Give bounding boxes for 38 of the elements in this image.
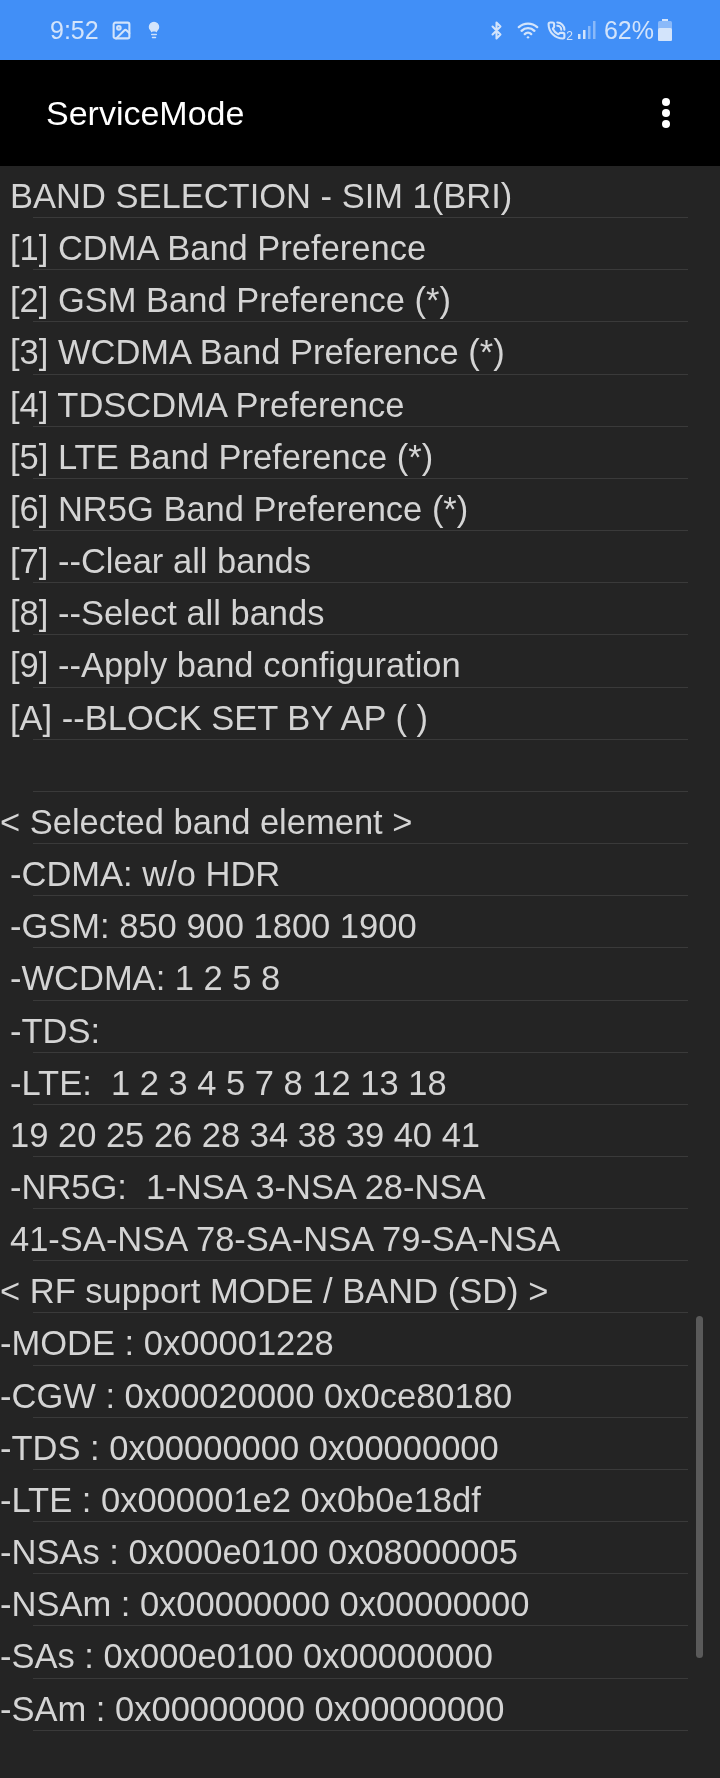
- band-info-line: -TDS:: [10, 1010, 101, 1051]
- more-options-icon: [662, 98, 670, 128]
- band-info-line: 19 20 25 26 28 34 38 39 40 41: [10, 1114, 480, 1155]
- rf-info-line: -TDS : 0x00000000 0x00000000: [0, 1427, 499, 1468]
- menu-option[interactable]: [A] --BLOCK SET BY AP ( ): [10, 697, 428, 738]
- menu-option[interactable]: [2] GSM Band Preference (*): [10, 280, 452, 321]
- status-time: 9:52: [50, 15, 99, 45]
- section-heading: < RF support MODE / BAND (SD) >: [0, 1271, 549, 1312]
- menu-heading: BAND SELECTION - SIM 1(BRI): [10, 176, 513, 216]
- menu-option[interactable]: [8] --Select all bands: [10, 593, 325, 634]
- menu-option[interactable]: [6] NR5G Band Preference (*): [10, 488, 469, 529]
- app-title: ServiceMode: [46, 93, 245, 133]
- band-info-line: 41-SA-NSA 78-SA-NSA 79-SA-NSA: [10, 1219, 561, 1260]
- band-info-line: -LTE: 1 2 3 4 5 7 8 12 13 18: [10, 1062, 447, 1103]
- rf-info-line: -SAm : 0x00000000 0x00000000: [0, 1688, 505, 1729]
- band-info-line: -CDMA: w/o HDR: [10, 854, 281, 895]
- gallery-icon: [110, 19, 132, 41]
- rf-info-line: -MODE : 0x00001228: [0, 1323, 334, 1364]
- menu-option[interactable]: [1] CDMA Band Preference: [10, 228, 427, 269]
- menu-option[interactable]: [7] --Clear all bands: [10, 541, 312, 582]
- rf-info-line: -LTE : 0x000001e2 0x0b0e18df: [0, 1479, 481, 1520]
- rf-info-line: -NSAs : 0x000e0100 0x08000005: [0, 1532, 518, 1573]
- phone-call-icon: [547, 20, 567, 40]
- rf-info-line: -CGW : 0x00020000 0x0ce80180: [0, 1375, 513, 1416]
- section-heading: < Selected band element >: [0, 801, 413, 842]
- menu-option[interactable]: [3] WCDMA Band Preference (*): [10, 332, 505, 373]
- signal-bars-icon: [577, 21, 596, 39]
- rf-info-line: -NSAm : 0x00000000 0x00000000: [0, 1584, 530, 1625]
- sim-number: 2: [566, 29, 573, 42]
- band-info-line: -NR5G: 1-NSA 3-NSA 28-NSA: [10, 1166, 486, 1207]
- band-info-line: -GSM: 850 900 1800 1900: [10, 906, 417, 947]
- menu-option[interactable]: [5] LTE Band Preference (*): [10, 436, 434, 477]
- menu-option[interactable]: [4] TDSCDMA Preference: [10, 384, 405, 425]
- band-info-line: -WCDMA: 1 2 5 8: [10, 958, 281, 999]
- battery-icon: [658, 19, 672, 41]
- rf-info-line: -SAs : 0x000e0100 0x00000000: [0, 1636, 493, 1677]
- menu-option[interactable]: [9] --Apply band configuration: [10, 645, 461, 686]
- battery-percent: 62%: [603, 15, 654, 45]
